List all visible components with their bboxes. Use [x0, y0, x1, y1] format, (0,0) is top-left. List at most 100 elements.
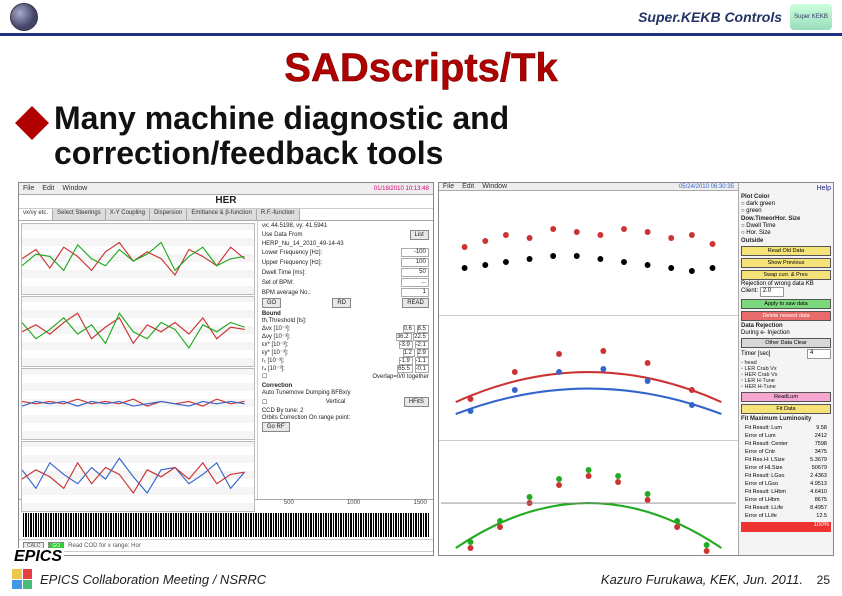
r1-label: r₁ [10⁻³]: [262, 357, 285, 364]
menubar-right: File Edit Window 05/24/2010 06:30:35 [439, 183, 738, 191]
correction-section: Correction [262, 383, 429, 389]
uf-input[interactable]: 100 [401, 258, 429, 267]
dataset-label: HERP_Nu_14_2010_49-14-43 [262, 241, 344, 247]
size-opt-1[interactable]: Hor. Size [741, 230, 831, 236]
header-title: Super.KEKB Controls [638, 9, 782, 25]
menu-window[interactable]: Window [482, 183, 507, 190]
plot-2 [21, 296, 255, 368]
screenshot-row: File Edit Window 01/18/2010 10:13:48 HER… [18, 182, 834, 556]
read-cod-label: Read COD for x range: Hor [68, 543, 141, 549]
ey-b[interactable]: 2.9 [417, 349, 429, 357]
tab-steerings[interactable]: Select Steerings [53, 209, 106, 220]
go-button[interactable]: GO [262, 298, 281, 308]
corr-cols: Auto Tunemove Dumping BFBx/y [262, 390, 429, 396]
plot-column [19, 221, 257, 499]
dt-input[interactable]: 50 [401, 268, 429, 277]
sad-window-right: File Edit Window 05/24/2010 06:30:35 [438, 182, 834, 556]
color-opt-0[interactable]: dark green [741, 201, 831, 207]
left-status-footer: skekbopdss.save=17-FF_53_31_SFBE_10-12-2… [19, 551, 433, 556]
tab-xy[interactable]: X-Y Coupling [106, 209, 150, 220]
ccd-row: CCD By tune: 2 [262, 408, 429, 414]
r4-a[interactable]: 65.5 [397, 365, 413, 373]
page-number: 25 [817, 573, 830, 587]
tab-rf[interactable]: R.F.-function [257, 209, 300, 220]
list-button[interactable]: List [410, 230, 429, 240]
menu-file[interactable]: File [23, 185, 34, 192]
color-opt-1[interactable]: green [741, 208, 831, 214]
bpm-input[interactable]: ... [401, 278, 429, 287]
nx-b[interactable]: 8.5 [417, 325, 429, 333]
window-title: HER [19, 195, 433, 209]
table-row: Error of Cntr3475 [743, 449, 829, 455]
overlap-check[interactable]: Overlap=0/0 together [372, 374, 429, 380]
nx-a[interactable]: 0.6 [403, 325, 415, 333]
menu-file[interactable]: File [443, 183, 454, 190]
tab-dispersion[interactable]: Dispersion [150, 209, 187, 220]
delete-button[interactable]: Delete newest data [741, 311, 831, 321]
epics-badge-icon [12, 569, 32, 589]
read-old-button[interactable]: Read Old Data [741, 246, 831, 256]
superkekb-logo-icon: Super KEKB [790, 4, 832, 30]
slide-title: SADscripts/Tk [0, 46, 842, 91]
menubar: File Edit Window 01/18/2010 10:13:48 [19, 183, 433, 195]
readlum-button[interactable]: ReadLum [741, 392, 831, 402]
plot-3 [21, 368, 255, 440]
avg-input[interactable]: 1 [401, 288, 429, 297]
plot-1 [21, 223, 255, 295]
hfits-button[interactable]: HFitS [404, 397, 429, 407]
timer-label: Timer [sec] [741, 351, 770, 357]
diamond-bullet-icon [15, 106, 49, 140]
r1-b[interactable]: -1.1 [415, 357, 429, 365]
fit-button[interactable]: Fit Data [741, 404, 831, 414]
bound-section: Bound [262, 311, 429, 317]
th-label: th.Threshold [ts]: [262, 318, 307, 324]
fit-results-table: Fit Result: Lum9.58 Error of Lum2412 Fit… [741, 423, 831, 521]
slide-footer: EPICS Collaboration Meeting / NSRRC Kazu… [0, 562, 842, 596]
tab-bar: νx/νy etc. Select Steerings X-Y Coupling… [19, 209, 433, 221]
ny-label: Δνy [10⁻³]: [262, 333, 291, 340]
show-prev-button[interactable]: Show Previous [741, 258, 831, 268]
rd-button[interactable]: RD [332, 298, 351, 308]
footer-right-text: Kazuro Furukawa, KEK, Jun. 2011. [601, 572, 803, 587]
timer-input[interactable]: 4 [807, 349, 831, 359]
plot-bot [439, 441, 738, 556]
control-panel: νx: 44.5198, νy: 41.5941 Use Data FromLi… [257, 221, 433, 499]
kek-logo-icon [10, 3, 38, 31]
help-link[interactable]: Help [741, 185, 831, 192]
rejection-input[interactable]: 2.0 [760, 287, 784, 297]
ex-label: εx* [10⁻³]: [262, 341, 289, 348]
menu-window[interactable]: Window [62, 185, 87, 192]
table-row: Fit Result: LLife8.4957 [743, 505, 829, 511]
table-row: Error of LGso4.9513 [743, 481, 829, 487]
ex-a[interactable]: -3.9 [399, 341, 413, 349]
read-button[interactable]: READ [402, 298, 429, 308]
menu-edit[interactable]: Edit [462, 183, 474, 190]
tab-emittance[interactable]: Emittance & β-function [187, 209, 256, 220]
other-clear-button[interactable]: Other Data Clear [741, 338, 831, 348]
use-data-label: Use Data From [262, 232, 303, 238]
ny-a[interactable]: 36.2 [396, 333, 412, 341]
ny-b[interactable]: 22.5 [413, 333, 429, 341]
r4-label: r₄ [10⁻³]: [262, 365, 285, 372]
legend: head LER Crab Vx HER Crab Vx LER H-Tune … [741, 360, 831, 390]
outside-label: Outside [741, 238, 831, 244]
r1-a[interactable]: -1.9 [399, 357, 413, 365]
tab-nu[interactable]: νx/νy etc. [19, 209, 53, 220]
sad-window-left: File Edit Window 01/18/2010 10:13:48 HER… [18, 182, 434, 556]
fit-title: Fit Maximum Luminosity [741, 416, 831, 422]
nx-label: Δνx [10⁻³]: [262, 325, 291, 332]
avg-label: BPM average No.: [262, 290, 311, 296]
vertical-check[interactable]: Vertical [326, 399, 346, 405]
r4-b[interactable]: -0.1 [415, 365, 429, 373]
rejection-label: Rejection of wrong data KB Client: 2.0 [741, 281, 831, 297]
swap-button[interactable]: Swap curr. & Prev. [741, 270, 831, 280]
gorf-button[interactable]: Go RF [262, 422, 290, 432]
ex-b[interactable]: -2.1 [415, 341, 429, 349]
ey-a[interactable]: 1.2 [403, 349, 415, 357]
apply-button[interactable]: Apply to saw data [741, 299, 831, 309]
bullet-text: Many machine diagnostic and correction/f… [54, 101, 822, 171]
size-opt-0[interactable]: Dwell Time [741, 223, 831, 229]
xtick: 1500 [413, 500, 426, 511]
lf-input[interactable]: -100 [401, 248, 429, 257]
menu-edit[interactable]: Edit [42, 185, 54, 192]
